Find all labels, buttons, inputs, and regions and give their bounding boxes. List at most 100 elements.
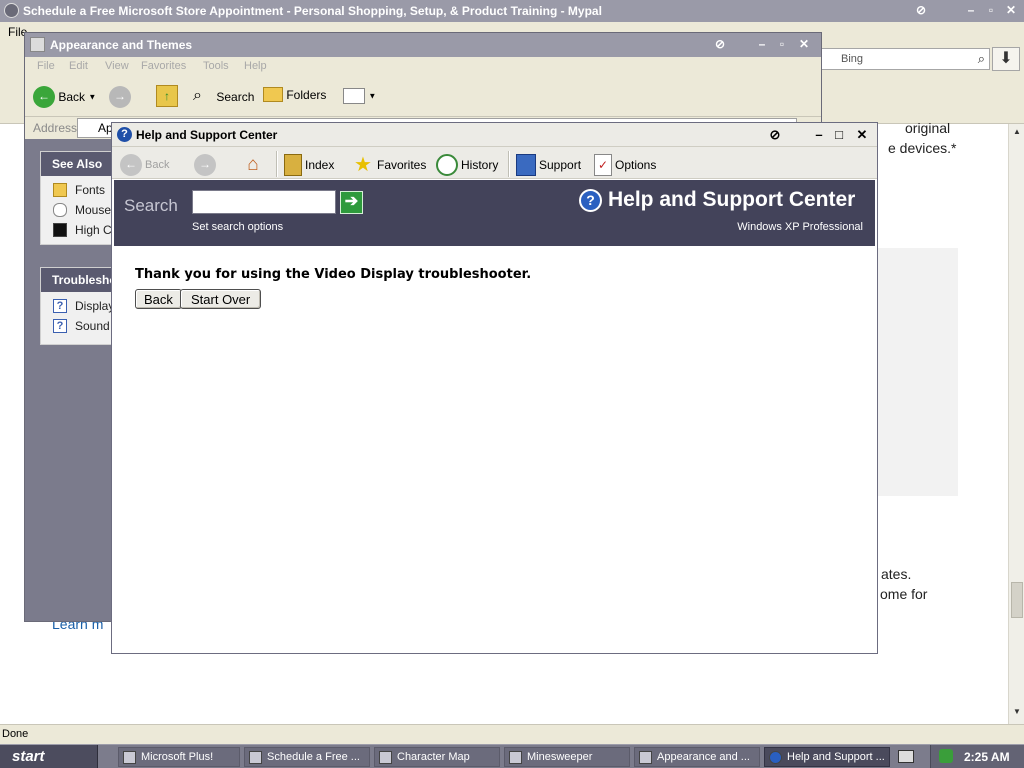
forward-arrow-icon: → bbox=[194, 154, 216, 176]
history-clock-icon bbox=[436, 154, 458, 176]
help-icon[interactable]: ⊘ bbox=[912, 2, 930, 19]
search-icon: ⌕ bbox=[193, 87, 202, 104]
page-text-1: original bbox=[905, 120, 951, 136]
app-icon bbox=[123, 751, 136, 764]
menu-help[interactable]: Help bbox=[244, 60, 267, 72]
system-tray: 2:25 AM bbox=[930, 745, 1024, 768]
nav-back-button[interactable]: ← Back bbox=[120, 154, 169, 176]
control-panel-icon bbox=[639, 751, 652, 764]
help-titlebar[interactable]: ? Help and Support Center ⊘ – □ ✕ bbox=[112, 123, 877, 147]
minimize-button[interactable]: – bbox=[962, 2, 980, 19]
menu-file[interactable]: File bbox=[37, 60, 55, 72]
help-question-icon bbox=[769, 751, 782, 764]
scroll-thumb[interactable] bbox=[1011, 582, 1023, 618]
appearance-title: Appearance and Themes bbox=[50, 38, 193, 52]
nav-index-button[interactable]: Index bbox=[284, 154, 334, 176]
menu-edit[interactable]: Edit bbox=[69, 60, 88, 72]
maximize-button[interactable]: □ bbox=[830, 126, 848, 144]
nav-support-button[interactable]: Support bbox=[516, 154, 581, 176]
close-button[interactable]: ✕ bbox=[1002, 2, 1020, 19]
separator bbox=[508, 151, 510, 177]
mouse-icon bbox=[53, 203, 67, 217]
edition-label: Windows XP Professional bbox=[737, 221, 863, 233]
options-checklist-icon: ✓ bbox=[594, 154, 612, 176]
taskbar-item-appearance[interactable]: Appearance and ... bbox=[634, 747, 760, 767]
search-go-button[interactable]: ➔ bbox=[340, 191, 363, 214]
back-arrow-icon: ← bbox=[33, 86, 55, 108]
folder-icon bbox=[53, 183, 67, 197]
back-button[interactable]: Back bbox=[135, 289, 182, 309]
help-brand-title: Help and Support Center bbox=[608, 188, 856, 211]
nav-options-button[interactable]: ✓ Options bbox=[594, 154, 656, 176]
menu-view[interactable]: View bbox=[105, 60, 129, 72]
up-folder-button[interactable]: ↑ bbox=[156, 85, 178, 107]
minimize-button[interactable]: – bbox=[753, 36, 771, 53]
help-support-window[interactable]: ? Help and Support Center ⊘ – □ ✕ ← Back … bbox=[111, 122, 878, 654]
status-bar: Done bbox=[0, 724, 1024, 744]
help-icon[interactable]: ⊘ bbox=[766, 126, 784, 144]
home-icon: ⌂ bbox=[247, 154, 259, 175]
views-button[interactable]: ▼ bbox=[343, 88, 376, 104]
star-icon: ★ bbox=[354, 154, 372, 176]
maximize-button[interactable]: ▫ bbox=[773, 36, 791, 53]
appearance-toolbar: ← Back ▼ → ↑ ⌕ Search Folders ▼ bbox=[25, 77, 821, 117]
download-button[interactable]: ⬇ bbox=[992, 47, 1020, 71]
appearance-titlebar[interactable]: Appearance and Themes ⊘ – ▫ ✕ bbox=[25, 33, 821, 57]
chevron-down-icon: ▼ bbox=[368, 91, 377, 101]
page-scrollbar[interactable]: ▲ ▼ bbox=[1008, 124, 1024, 724]
chevron-down-icon[interactable]: ▼ bbox=[88, 93, 96, 102]
high-contrast-icon bbox=[53, 223, 67, 237]
help-icon[interactable]: ⊘ bbox=[711, 36, 729, 53]
help-content: Thank you for using the Video Display tr… bbox=[114, 246, 875, 651]
separator bbox=[276, 151, 278, 177]
start-button[interactable]: start bbox=[0, 745, 98, 768]
scroll-up-icon[interactable]: ▲ bbox=[1010, 127, 1024, 141]
help-search-band: Search ➔ Set search options ? Help and S… bbox=[114, 180, 875, 246]
down-arrow-icon: ⬇ bbox=[999, 50, 1013, 67]
help-search-input[interactable] bbox=[192, 190, 336, 214]
character-map-icon bbox=[379, 751, 392, 764]
taskbar-item-browser[interactable]: Schedule a Free ... bbox=[244, 747, 370, 767]
nav-forward-button[interactable]: → bbox=[194, 154, 219, 176]
clock[interactable]: 2:25 AM bbox=[964, 750, 1010, 764]
network-icon[interactable] bbox=[939, 749, 953, 763]
keyboard-icon[interactable] bbox=[898, 750, 914, 763]
start-over-button[interactable]: Start Over bbox=[180, 289, 262, 309]
help-question-icon: ? bbox=[53, 299, 67, 313]
set-search-options-link[interactable]: Set search options bbox=[192, 221, 283, 233]
back-button[interactable]: ← Back ▼ bbox=[33, 86, 96, 108]
control-panel-icon bbox=[30, 37, 45, 52]
maximize-button[interactable]: ▫ bbox=[982, 2, 1000, 19]
folders-icon bbox=[263, 87, 283, 103]
search-button[interactable]: ⌕ Search bbox=[193, 87, 254, 107]
scroll-down-icon[interactable]: ▼ bbox=[1010, 707, 1024, 721]
taskbar-item-character-map[interactable]: Character Map bbox=[374, 747, 500, 767]
appearance-menubar: File Edit View Favorites Tools Help bbox=[25, 57, 821, 77]
nav-history-button[interactable]: History bbox=[436, 154, 498, 176]
mypal-icon bbox=[4, 3, 19, 18]
nav-favorites-button[interactable]: ★ Favorites bbox=[352, 154, 426, 176]
close-button[interactable]: ✕ bbox=[853, 126, 871, 144]
menu-favorites[interactable]: Favorites bbox=[141, 60, 186, 72]
address-label: Address bbox=[33, 121, 78, 135]
magnifier-icon[interactable]: ⌕ bbox=[978, 51, 985, 67]
nav-home-button[interactable]: ⌂ bbox=[242, 154, 267, 176]
page-text-3: ates. bbox=[881, 566, 912, 582]
minimize-button[interactable]: – bbox=[810, 126, 828, 144]
index-book-icon bbox=[284, 154, 302, 176]
taskbar-item-help-support[interactable]: Help and Support ... bbox=[764, 747, 890, 767]
taskbar-item-microsoft-plus[interactable]: Microsoft Plus! bbox=[118, 747, 240, 767]
page-text-4: ome for bbox=[880, 586, 928, 602]
views-icon bbox=[343, 88, 365, 104]
search-input[interactable]: Bing ⌕ bbox=[820, 48, 990, 70]
taskbar-item-minesweeper[interactable]: Minesweeper bbox=[504, 747, 630, 767]
help-question-icon: ? bbox=[53, 319, 67, 333]
close-button[interactable]: ✕ bbox=[795, 36, 813, 53]
folders-button[interactable]: Folders bbox=[263, 87, 326, 103]
menu-tools[interactable]: Tools bbox=[203, 60, 229, 72]
go-arrow-icon: ➔ bbox=[344, 193, 359, 210]
browser-titlebar: Schedule a Free Microsoft Store Appointm… bbox=[0, 0, 1024, 22]
support-icon bbox=[516, 154, 536, 176]
forward-button[interactable]: → bbox=[109, 86, 131, 108]
troubleshooter-message: Thank you for using the Video Display tr… bbox=[135, 267, 532, 282]
